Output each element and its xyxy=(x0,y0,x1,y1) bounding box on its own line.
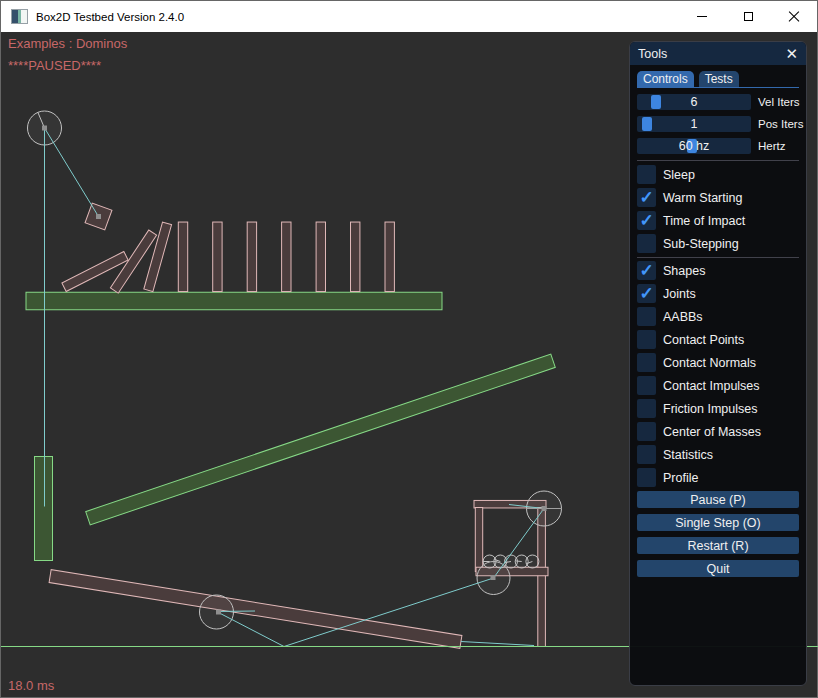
checkbox-row[interactable]: ✓ Profile xyxy=(637,468,799,487)
close-icon xyxy=(788,11,800,23)
window-titlebar: Box2D Testbed Version 2.4.0 xyxy=(1,1,817,32)
app-window: Box2D Testbed Version 2.4.0 Examples : D… xyxy=(0,0,818,698)
window-title: Box2D Testbed Version 2.4.0 xyxy=(36,11,184,23)
checkbox-row[interactable]: ✓ AABBs xyxy=(637,307,799,326)
slider-row: 6 Vel Iters xyxy=(637,94,799,110)
tools-panel-titlebar[interactable]: Tools ✕ xyxy=(630,42,806,65)
check-group-2: ✓ Shapes ✓ Joints ✓ AABBs xyxy=(637,261,799,487)
maximize-icon xyxy=(744,12,753,21)
checkbox-row[interactable]: ✓ Time of Impact xyxy=(637,211,799,230)
slider[interactable]: 1 xyxy=(637,116,751,132)
action-button[interactable]: Quit xyxy=(637,560,799,577)
window-controls xyxy=(679,1,817,32)
separator xyxy=(637,257,799,258)
sliders: 6 Vel Iters 1 Pos Iters xyxy=(637,94,799,154)
checkbox-row[interactable]: ✓ Joints xyxy=(637,284,799,303)
checkbox[interactable]: ✓ xyxy=(637,399,656,418)
close-button[interactable] xyxy=(771,1,817,32)
checkbox-row[interactable]: ✓ Center of Masses xyxy=(637,422,799,441)
checkbox[interactable]: ✓ xyxy=(637,376,656,395)
checkbox[interactable]: ✓ xyxy=(637,468,656,487)
checkbox[interactable]: ✓ xyxy=(637,211,656,230)
slider-row: 60 hz Hertz xyxy=(637,138,799,154)
action-buttons: Pause (P) Single Step (O) Restart (R) Qu… xyxy=(637,491,799,577)
tools-panel-title: Tools xyxy=(638,47,667,61)
checkbox[interactable]: ✓ xyxy=(637,445,656,464)
slider-row: 1 Pos Iters xyxy=(637,116,799,132)
checkbox-row[interactable]: ✓ Sub-Stepping xyxy=(637,234,799,253)
checkbox[interactable]: ✓ xyxy=(637,307,656,326)
checkbox[interactable]: ✓ xyxy=(637,353,656,372)
checkbox[interactable]: ✓ xyxy=(637,234,656,253)
checkbox[interactable]: ✓ xyxy=(637,188,656,207)
checkbox[interactable]: ✓ xyxy=(637,330,656,349)
checkbox-row[interactable]: ✓ Warm Starting xyxy=(637,188,799,207)
tools-panel: Tools ✕ Controls Tests xyxy=(629,41,807,686)
checkbox-row[interactable]: ✓ Friction Impulses xyxy=(637,399,799,418)
checkbox[interactable]: ✓ xyxy=(637,261,656,280)
action-button[interactable]: Pause (P) xyxy=(637,491,799,508)
checkbox-row[interactable]: ✓ Shapes xyxy=(637,261,799,280)
paused-label: ****PAUSED**** xyxy=(8,58,101,73)
checkbox-row[interactable]: ✓ Statistics xyxy=(637,445,799,464)
maximize-button[interactable] xyxy=(725,1,771,32)
separator xyxy=(637,160,799,161)
tab[interactable]: Controls xyxy=(637,71,694,87)
slider[interactable]: 6 xyxy=(637,94,751,110)
action-button[interactable]: Restart (R) xyxy=(637,537,799,554)
tools-panel-body: Controls Tests 6 xyxy=(630,65,806,577)
tab-bar: Controls Tests xyxy=(637,71,799,88)
frame-time-label: 18.0 ms xyxy=(8,678,54,693)
simulation-canvas[interactable]: Examples : Dominos ****PAUSED**** 18.0 m… xyxy=(1,32,817,697)
checkbox-row[interactable]: ✓ Contact Points xyxy=(637,330,799,349)
app-icon xyxy=(11,9,28,24)
action-button[interactable]: Single Step (O) xyxy=(637,514,799,531)
checkbox-row[interactable]: ✓ Sleep xyxy=(637,165,799,184)
checkbox[interactable]: ✓ xyxy=(637,284,656,303)
checkbox[interactable]: ✓ xyxy=(637,422,656,441)
checkbox-row[interactable]: ✓ Contact Impulses xyxy=(637,376,799,395)
checkbox[interactable]: ✓ xyxy=(637,165,656,184)
check-group-1: ✓ Sleep ✓ Warm Starting ✓ Time of Impact xyxy=(637,165,799,253)
tab[interactable]: Tests xyxy=(699,71,739,87)
slider[interactable]: 60 hz xyxy=(637,138,751,154)
example-label: Examples : Dominos xyxy=(8,36,127,51)
minimize-icon xyxy=(697,16,707,17)
minimize-button[interactable] xyxy=(679,1,725,32)
panel-close-icon[interactable]: ✕ xyxy=(785,46,798,61)
checkbox-row[interactable]: ✓ Contact Normals xyxy=(637,353,799,372)
